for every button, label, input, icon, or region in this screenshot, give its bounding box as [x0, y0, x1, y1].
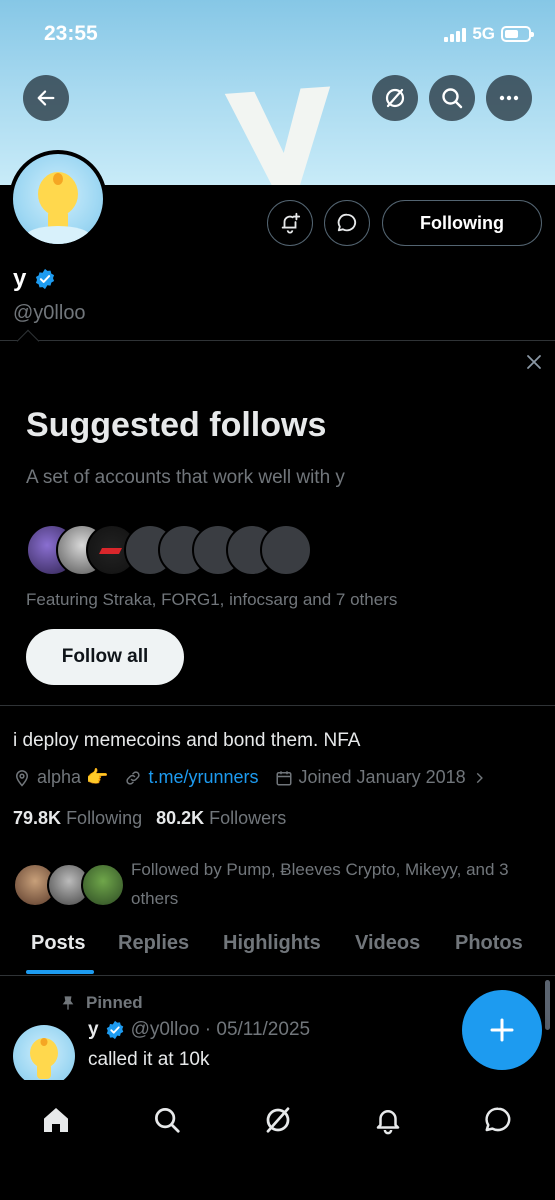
- nav-search[interactable]: [145, 1098, 189, 1142]
- nav-notifications[interactable]: [366, 1098, 410, 1142]
- following-count-link[interactable]: 79.8K Following: [13, 808, 142, 829]
- nav-messages[interactable]: [476, 1098, 520, 1142]
- suggested-subtitle: A set of accounts that work well with y: [26, 467, 345, 488]
- followers-label: Followers: [209, 808, 287, 828]
- notify-button[interactable]: [267, 200, 313, 246]
- bell-icon: [376, 1110, 400, 1135]
- tab-highlights[interactable]: Highlights: [223, 932, 321, 955]
- suggested-title: Suggested follows: [26, 406, 327, 444]
- post-author[interactable]: y: [88, 1019, 99, 1041]
- active-tab-indicator: [26, 970, 94, 974]
- calendar-icon: [276, 770, 292, 785]
- scrollbar[interactable]: [545, 980, 550, 1030]
- status-time: 23:55: [44, 22, 98, 45]
- tab-videos[interactable]: Videos: [355, 932, 420, 955]
- profile-meta: alpha 👉 t.me/yrunners Joined January 201…: [13, 767, 502, 788]
- followed-by-text: Followed by Pump, Ƀleeves Crypto, Mikeyy…: [131, 860, 509, 908]
- more-icon: [499, 95, 519, 101]
- close-icon: [527, 355, 541, 369]
- profile-tabs: Posts Replies Highlights Videos Photos: [0, 920, 555, 976]
- pinned-label: Pinned: [86, 993, 143, 1012]
- search-button[interactable]: [429, 75, 475, 121]
- following-label: Following: [66, 808, 143, 828]
- joined-text: Joined January 2018: [298, 767, 466, 787]
- location-item: alpha 👉: [13, 767, 108, 788]
- battery-icon: [501, 26, 534, 42]
- link-icon: [126, 770, 141, 785]
- home-icon: [44, 1108, 68, 1132]
- follow-all-button[interactable]: Follow all: [26, 629, 184, 685]
- suggested-avatars[interactable]: [26, 524, 326, 576]
- suggested-avatar: [260, 524, 312, 576]
- status-bar: 23:55 5G: [0, 0, 555, 70]
- back-button[interactable]: [23, 75, 69, 121]
- bottom-nav: [0, 1080, 555, 1200]
- tab-posts[interactable]: Posts: [31, 932, 85, 955]
- link-item[interactable]: t.me/yrunners: [124, 767, 259, 788]
- grok-icon: [385, 88, 405, 108]
- more-button[interactable]: [486, 75, 532, 121]
- tab-replies[interactable]: Replies: [118, 932, 189, 955]
- post-avatar[interactable]: [13, 1025, 75, 1087]
- follower-avatar: [81, 863, 125, 907]
- network-label: 5G: [472, 24, 495, 43]
- following-button[interactable]: Following: [382, 200, 542, 246]
- profile-avatar[interactable]: [9, 150, 107, 248]
- following-count: 79.8K: [13, 808, 62, 828]
- follow-counts: 79.8K Following 80.2K Followers: [13, 808, 286, 829]
- post-meta: @y0lloo · 05/11/2025: [130, 1019, 311, 1040]
- followers-count-link[interactable]: 80.2K Followers: [156, 808, 286, 829]
- message-button[interactable]: [324, 200, 370, 246]
- grok-button[interactable]: [372, 75, 418, 121]
- grok-icon: [266, 1107, 290, 1133]
- search-icon: [155, 1108, 180, 1133]
- chat-icon: [485, 1107, 511, 1132]
- location-text: alpha 👉: [37, 767, 109, 787]
- verified-badge-icon: [36, 268, 55, 290]
- profile-bio: i deploy memecoins and bond them. NFA: [13, 730, 361, 751]
- close-suggestions-button[interactable]: [520, 348, 548, 376]
- profile-link[interactable]: t.me/yrunners: [148, 767, 258, 788]
- compose-button[interactable]: [462, 990, 542, 1070]
- profile-handle: @y0lloo: [13, 302, 86, 324]
- message-icon: [337, 213, 357, 232]
- post-header: y @y0lloo · 05/11/2025: [88, 1019, 310, 1041]
- chevron-right-icon: [476, 772, 483, 783]
- followed-by[interactable]: Followed by Pump, Ƀleeves Crypto, Mikeyy…: [13, 855, 543, 915]
- location-icon: [15, 769, 29, 787]
- notification-add-icon: [281, 212, 301, 234]
- nav-home[interactable]: [34, 1098, 78, 1142]
- card-divider-bottom: [0, 705, 555, 706]
- pin-icon: [62, 996, 74, 1010]
- card-divider-top: [0, 340, 555, 341]
- pinned-label-row: Pinned: [60, 993, 143, 1013]
- signal-icon: [444, 26, 467, 42]
- joined-item[interactable]: Joined January 2018: [275, 767, 486, 788]
- followers-count: 80.2K: [156, 808, 205, 828]
- card-caret: [16, 329, 40, 353]
- verified-badge-icon: [106, 1020, 123, 1040]
- tab-photos[interactable]: Photos: [455, 932, 523, 955]
- avatar-head-icon: [30, 1038, 58, 1079]
- avatar-head-icon: [26, 172, 90, 244]
- status-indicators: 5G: [444, 24, 534, 44]
- post-text: called it at 10k: [88, 1049, 210, 1070]
- search-icon: [442, 88, 463, 109]
- plus-icon: [490, 1018, 514, 1042]
- profile-name-row: y: [13, 265, 56, 293]
- nav-grok[interactable]: [256, 1098, 300, 1142]
- back-arrow-icon: [37, 90, 55, 106]
- suggested-featuring: Featuring Straka, FORG1, infocsarg and 7…: [26, 590, 398, 609]
- profile-name: y: [13, 265, 27, 292]
